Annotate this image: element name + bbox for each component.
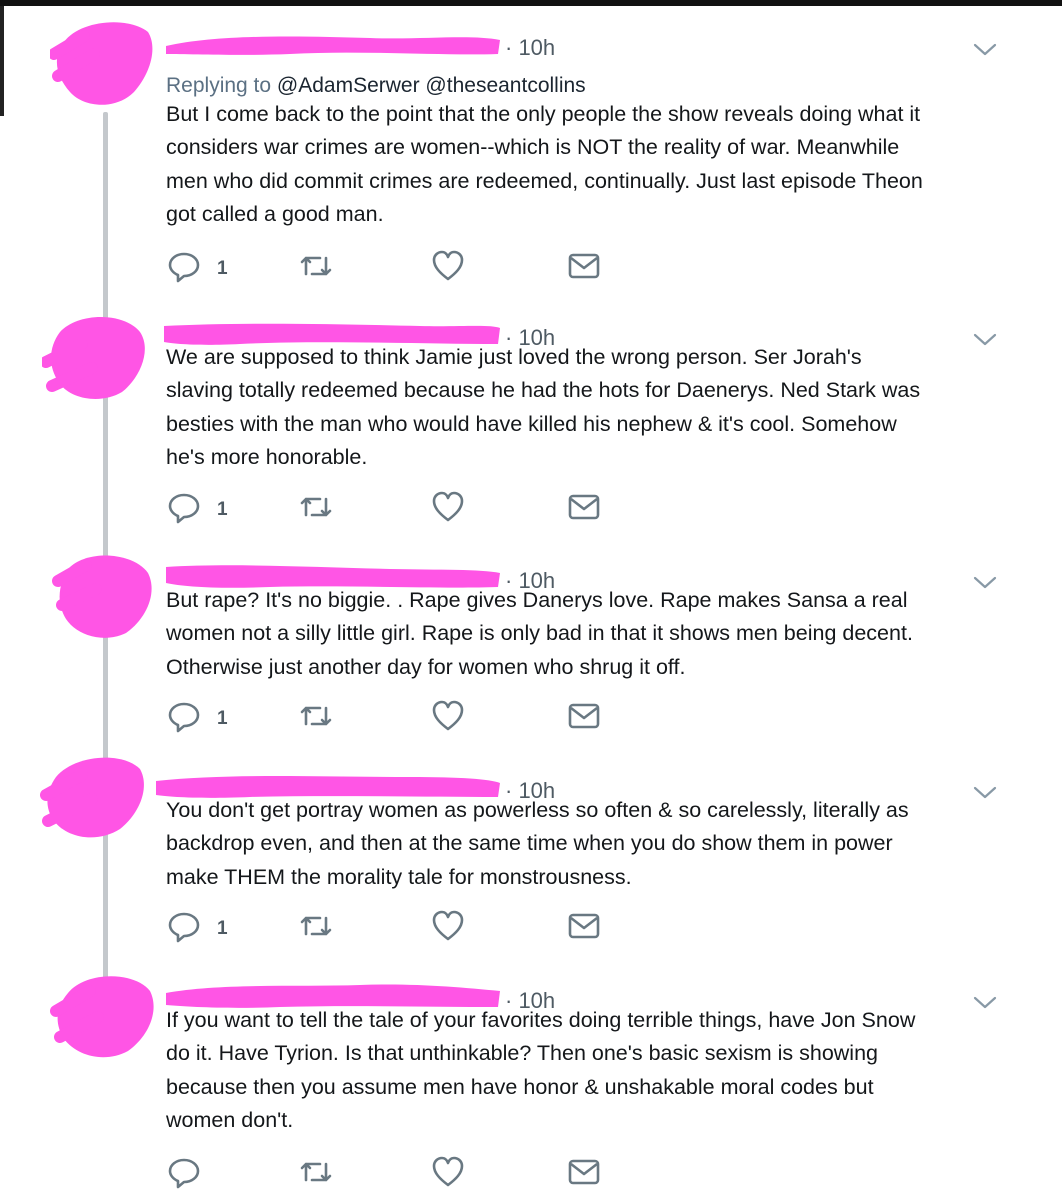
replying-to-label: Replying to <box>166 74 272 97</box>
retweet-icon[interactable] <box>298 908 334 944</box>
reply-icon[interactable] <box>166 908 202 944</box>
heart-icon[interactable] <box>430 1154 466 1190</box>
avatar-redacted[interactable] <box>50 14 158 109</box>
reply-icon[interactable] <box>166 698 202 734</box>
chevron-down-icon[interactable] <box>970 40 1000 60</box>
envelope-icon[interactable] <box>566 489 602 525</box>
heart-icon[interactable] <box>430 908 466 944</box>
reply-count: 1 <box>217 708 228 729</box>
envelope-icon[interactable] <box>566 248 602 284</box>
timestamp[interactable]: · 10h <box>505 35 555 61</box>
heart-icon[interactable] <box>430 248 466 284</box>
tweet-actions: 1 <box>166 698 606 738</box>
username-redacted[interactable] <box>160 24 505 60</box>
envelope-icon[interactable] <box>566 698 602 734</box>
window-left-edge <box>0 6 4 116</box>
tweet-actions: 1 <box>166 489 606 529</box>
tweet-text: We are supposed to think Jamie just love… <box>166 345 921 470</box>
tweet-text: But I come back to the point that the on… <box>166 102 923 227</box>
tweet-text: But rape? It's no biggie. . Rape gives D… <box>166 588 913 679</box>
envelope-icon[interactable] <box>566 1154 602 1190</box>
retweet-icon[interactable] <box>298 489 334 525</box>
reply-count: 1 <box>217 499 228 520</box>
heart-icon[interactable] <box>430 489 466 525</box>
avatar-redacted[interactable] <box>40 747 148 842</box>
tweet-text: If you want to tell the tale of your fav… <box>166 1008 916 1133</box>
reply-icon[interactable] <box>166 489 202 525</box>
heart-icon[interactable] <box>430 698 466 734</box>
replying-to-handles[interactable]: @AdamSerwer @theseantcollins <box>277 74 586 97</box>
reply-count: 1 <box>217 258 228 279</box>
tweet-actions <box>166 1154 606 1194</box>
tweet-text: You don't get portray women as powerless… <box>166 798 909 889</box>
envelope-icon[interactable] <box>566 908 602 944</box>
tweet-actions: 1 <box>166 248 606 288</box>
retweet-icon[interactable] <box>298 1154 334 1190</box>
reply-icon[interactable] <box>166 1154 202 1190</box>
reply-icon[interactable] <box>166 248 202 284</box>
avatar-redacted[interactable] <box>50 547 158 642</box>
reply-count: 1 <box>217 918 228 939</box>
avatar-redacted[interactable] <box>50 967 158 1062</box>
window-top-edge <box>0 0 1062 6</box>
replying-to: Replying to @AdamSerwer @theseantcollins <box>166 74 586 98</box>
tweet-actions: 1 <box>166 908 606 948</box>
avatar-redacted[interactable] <box>42 308 150 403</box>
retweet-icon[interactable] <box>298 698 334 734</box>
retweet-icon[interactable] <box>298 248 334 284</box>
